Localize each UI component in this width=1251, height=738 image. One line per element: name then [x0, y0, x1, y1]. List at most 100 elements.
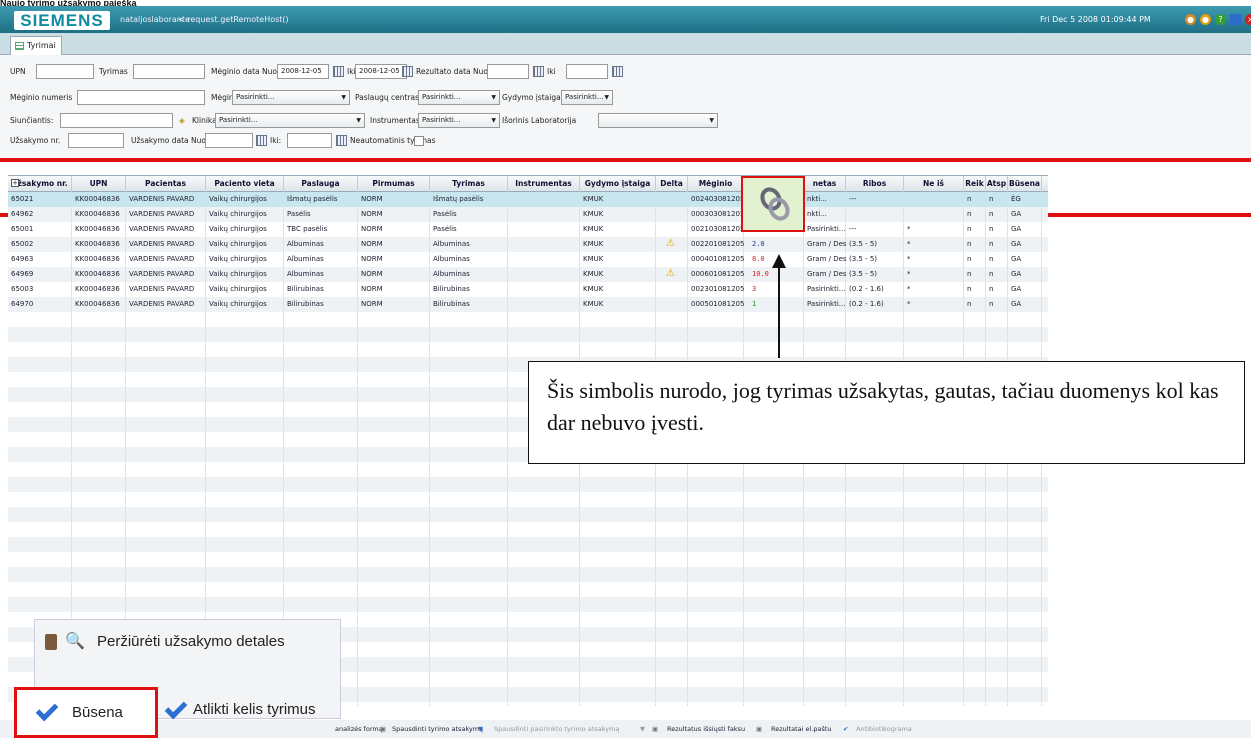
faksu-button[interactable]: Rezultatus išsiųsti faksu	[667, 720, 745, 738]
column-header[interactable]: Paslauga	[284, 176, 358, 192]
uzsakymo-nr-input[interactable]	[68, 133, 124, 148]
close-icon[interactable]: ×	[1245, 14, 1251, 25]
calendar-icon[interactable]	[333, 66, 344, 77]
users-icon[interactable]: ●	[1200, 14, 1211, 25]
antibiotikograma-button[interactable]: Antibiotikograma	[856, 720, 912, 738]
column-header[interactable]: Mėginio nume	[688, 176, 744, 204]
date-to-input[interactable]: 2008-12-05	[355, 64, 407, 79]
table-cell: KMUK	[583, 300, 604, 308]
table-cell: Išmatų pasėlis	[433, 195, 484, 203]
tab-tyrimai[interactable]: Tyrimai	[10, 36, 62, 55]
column-header[interactable]: Ribos	[846, 176, 904, 192]
table-cell	[904, 207, 964, 222]
table-row[interactable]: 64963 KK00046836 VARDENIS PAVARD Vaikų chir…	[8, 252, 1048, 267]
result-date-from-input[interactable]	[487, 64, 529, 79]
instrumentas-select[interactable]: Pasirinkti...	[418, 113, 500, 128]
table-cell	[846, 207, 904, 222]
pastu-button[interactable]: Rezultatai el.paštu	[771, 720, 832, 738]
user-icon[interactable]: ●	[1185, 14, 1196, 25]
column-header[interactable]: Atsp	[986, 176, 1008, 192]
siunciantis-label: Siunčiantis:	[10, 116, 54, 125]
table-cell: Vaikų chirurgijos	[209, 210, 267, 218]
table-cell: n	[989, 255, 994, 263]
table-cell: Bilirubinas	[287, 285, 324, 293]
calendar-icon[interactable]	[402, 66, 413, 77]
table-cell: n	[967, 300, 972, 308]
meginio-numeris-input[interactable]	[77, 90, 205, 105]
isorine-laboratorija-select[interactable]	[598, 113, 718, 128]
table-cell: VARDENIS PAVARD	[129, 285, 195, 293]
table-row[interactable]: 65021 KK00046836 VARDENIS PAVARD Vaikų chir…	[8, 192, 1048, 207]
column-header[interactable]: Paciento vieta	[206, 176, 284, 192]
table-cell: NORM	[361, 300, 383, 308]
column-header[interactable]: Delta	[656, 176, 688, 192]
neautomatinis-checkbox[interactable]	[414, 136, 424, 146]
table-row[interactable]: 65003 KK00046836 VARDENIS PAVARD Vaikų chir…	[8, 282, 1048, 297]
result-date-to-input[interactable]	[566, 64, 608, 79]
column-header[interactable]: Pacientas	[126, 176, 206, 192]
window-icon[interactable]	[1230, 14, 1241, 25]
dropdown-icon[interactable]: ▼	[640, 720, 645, 738]
tab-label: Tyrimai	[27, 41, 56, 50]
table-cell: Pasirinkti...	[807, 285, 846, 293]
table-cell: KK00046836	[75, 210, 120, 218]
table-cell: (0.2 - 1.6)	[849, 285, 884, 293]
table-cell: Albuminas	[433, 270, 470, 278]
klinika-select[interactable]: Pasirinkti...	[215, 113, 365, 128]
table-row[interactable]: 65001 KK00046836 VARDENIS PAVARD Vaikų chir…	[8, 222, 1048, 237]
calendar-icon[interactable]	[612, 66, 623, 77]
tyrimas-input[interactable]	[133, 64, 205, 79]
busena-button[interactable]: Būsena	[14, 687, 158, 738]
table-cell: VARDENIS PAVARD	[129, 270, 195, 278]
column-header[interactable]: Ne iš analizato	[904, 176, 964, 204]
table-row[interactable]: 64969 KK00046836 VARDENIS PAVARD Vaikų chir…	[8, 267, 1048, 282]
table-cell: KK00046836	[75, 240, 120, 248]
column-header[interactable]: netas	[804, 176, 846, 192]
order-date-to-input[interactable]	[287, 133, 332, 148]
table-cell: VARDENIS PAVARD	[129, 210, 195, 218]
date-from-input[interactable]: 2008-12-05	[277, 64, 329, 79]
calendar-icon[interactable]	[256, 135, 267, 146]
atlikti-kelis-tyrimus-button[interactable]: Atlikti kelis tyrimus	[162, 690, 337, 734]
calendar-icon[interactable]	[336, 135, 347, 146]
table-cell: 002403081205	[691, 195, 744, 203]
analizes-forma-link[interactable]: analizės formą	[335, 720, 383, 738]
column-header[interactable]: UPN	[72, 176, 126, 192]
table-cell: n	[967, 225, 972, 233]
calendar-icon[interactable]	[533, 66, 544, 77]
table-cell: Albuminas	[287, 240, 324, 248]
check-icon	[164, 696, 188, 720]
siunciantis-input[interactable]	[60, 113, 173, 128]
upn-input[interactable]	[36, 64, 94, 79]
column-header[interactable]: Instrumentas	[508, 176, 580, 192]
table-cell: KMUK	[583, 210, 604, 218]
spausdinti-pasirinkto-button[interactable]: Spausdinti pasirinkto tyrimo atsakymą	[494, 720, 619, 738]
table-cell: KMUK	[583, 255, 604, 263]
paslaugu-centras-select[interactable]: Pasirinkti...	[418, 90, 500, 105]
column-header[interactable]: Pirmumas	[358, 176, 430, 192]
table-row[interactable]: 64962 KK00046836 VARDENIS PAVARD Vaikų chir…	[8, 207, 1048, 222]
table-cell: KMUK	[583, 225, 604, 233]
spausdinti-button[interactable]: Spausdinti tyrimo atsakymą	[392, 720, 483, 738]
column-header[interactable]: Reik	[964, 176, 986, 192]
order-date-from-input[interactable]	[205, 133, 253, 148]
table-cell: GA	[1011, 255, 1022, 263]
column-header[interactable]: Tyrimas	[430, 176, 508, 192]
table-cell: Vaikų chirurgijos	[209, 195, 267, 203]
table-row[interactable]: 65002 KK00046836 VARDENIS PAVARD Vaikų chir…	[8, 237, 1048, 252]
view-order-details-item[interactable]: 🔍 Peržiūrėti užsakymo detales	[35, 622, 342, 662]
table-cell	[508, 192, 580, 207]
table-cell: Bilirubinas	[433, 300, 470, 308]
expand-icon[interactable]: +	[11, 179, 19, 187]
dropdown-icon[interactable]: ▼	[478, 720, 483, 738]
table-row[interactable]: 64970 KK00046836 VARDENIS PAVARD Vaikų chir…	[8, 297, 1048, 312]
column-header[interactable]: Būsena	[1008, 176, 1042, 192]
help-icon[interactable]: ?	[1215, 14, 1226, 25]
search-icon[interactable]: ◈	[179, 113, 185, 129]
table-cell: 64963	[11, 255, 34, 263]
meginys-select[interactable]: Pasirinkti...	[232, 90, 350, 105]
uzsakymo-data-nuo-label: Užsakymo data Nuo:	[131, 136, 209, 145]
table-cell: *	[907, 270, 911, 278]
column-header[interactable]: Gydymo įstaiga	[580, 176, 656, 192]
gydymo-istaiga-select[interactable]: Pasirinkti...	[561, 90, 613, 105]
